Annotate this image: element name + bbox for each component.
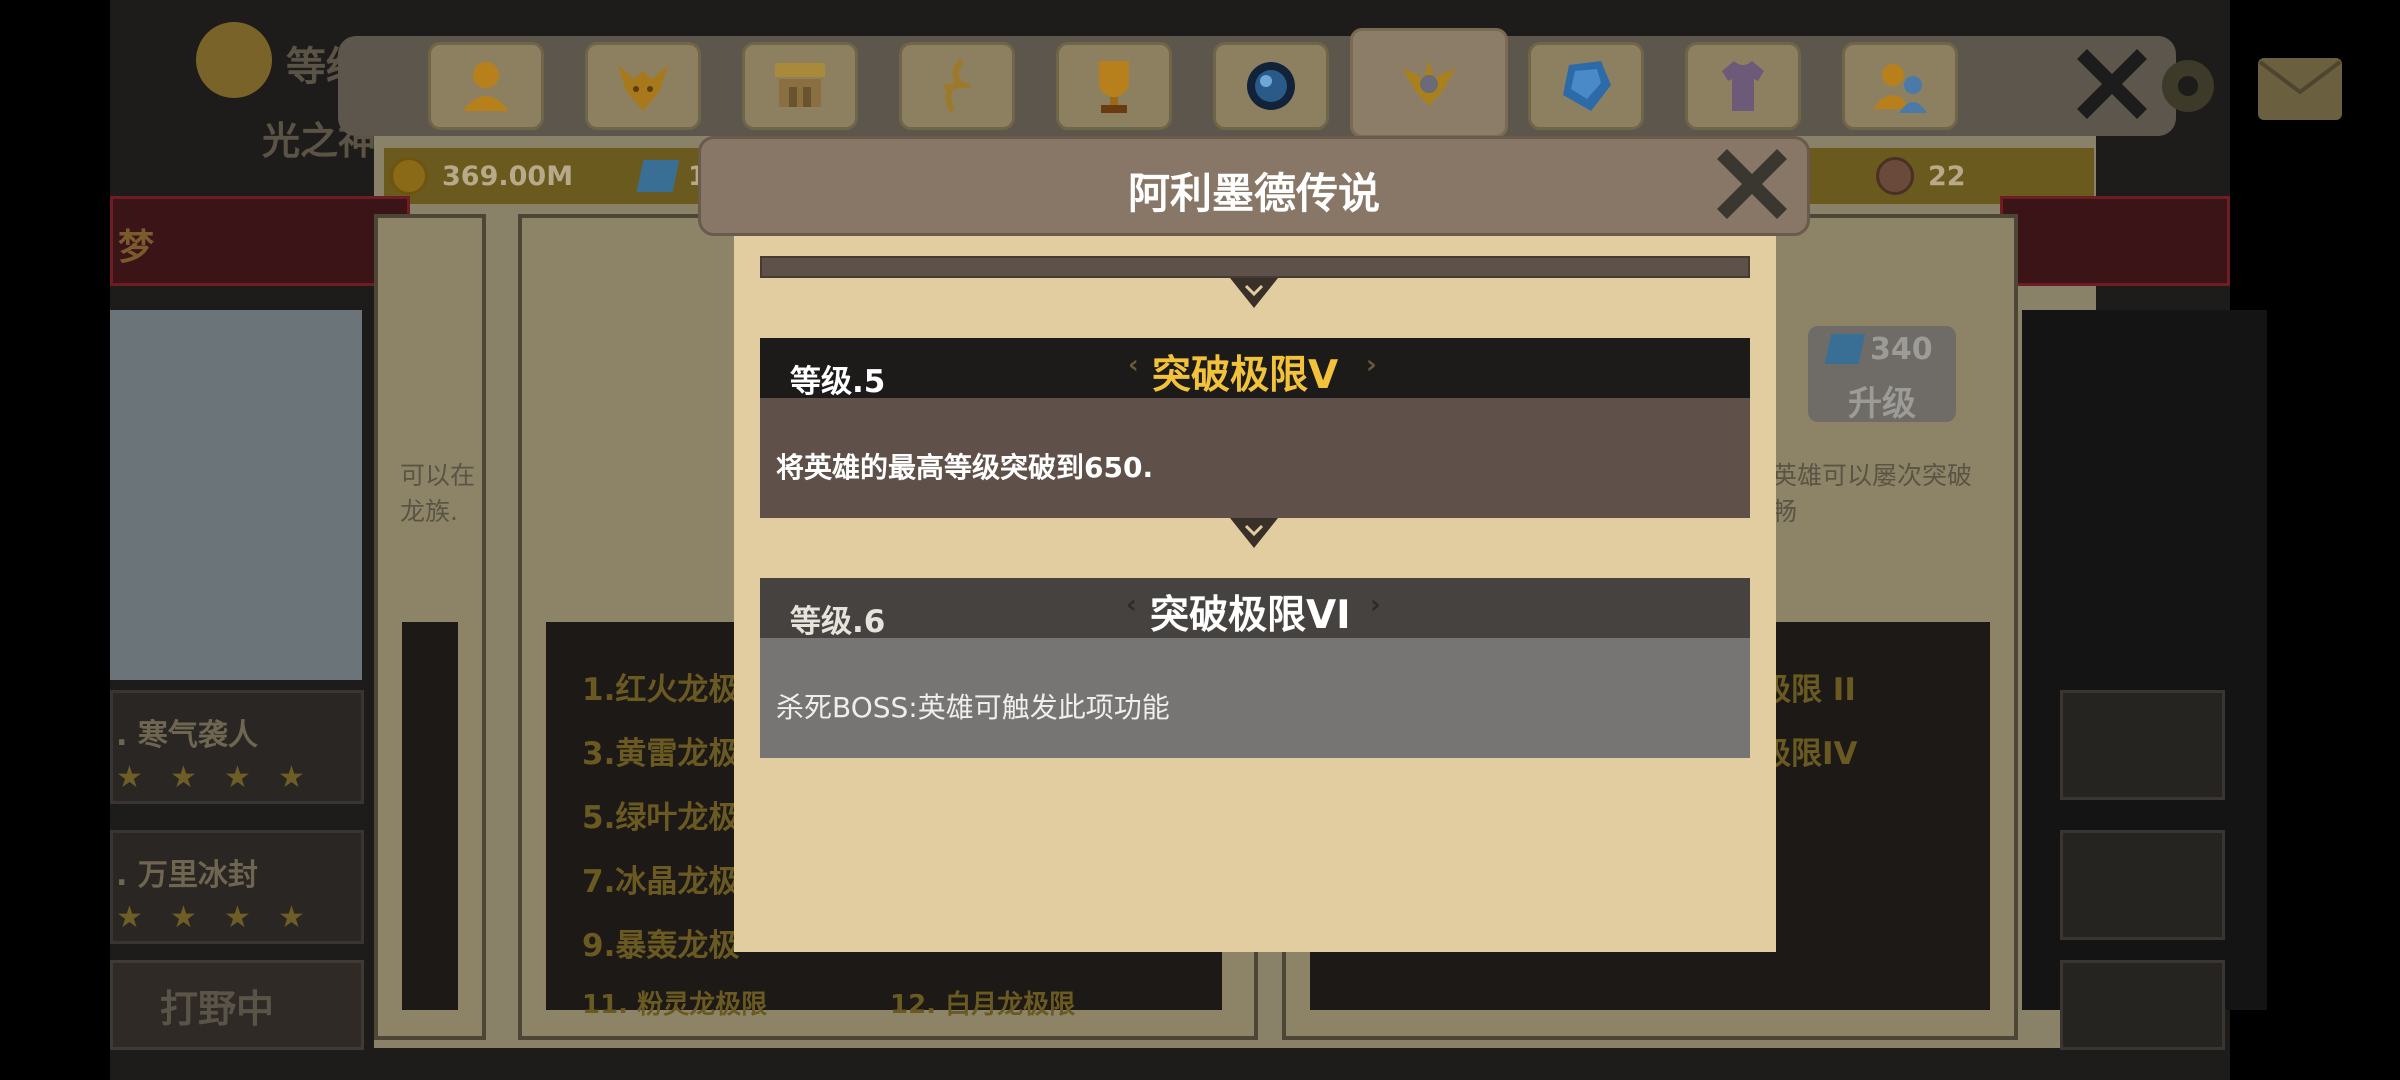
rune-icon [943, 58, 971, 113]
list-item: 12. 白月龙极限 [890, 990, 1076, 1020]
side-text-2: 龙族. [400, 497, 458, 526]
gem-icon [1824, 334, 1866, 364]
close-icon[interactable] [2074, 46, 2150, 122]
tab-dragon[interactable] [585, 42, 701, 130]
hunting-label: 打野中 [160, 987, 275, 1031]
left-banner-text: 梦 [118, 227, 155, 268]
chevron-right-icon: › [1366, 350, 1377, 380]
star-icon: ★ [170, 760, 197, 795]
star-icon: ★ [170, 900, 197, 935]
skill-slot-1-label: . 寒气袭人 [116, 718, 258, 753]
shop-icon [775, 63, 825, 107]
relic-icon [1402, 60, 1456, 106]
modal-close-icon[interactable] [1712, 144, 1792, 224]
gear-icon[interactable] [2150, 48, 2226, 124]
mail-icon[interactable] [2256, 56, 2344, 122]
token-resource: 22 [1876, 148, 1966, 204]
gold-amount: 369.00M [442, 160, 574, 192]
hero-icon [463, 62, 509, 111]
level-card-5-title: 突破极限V [1152, 353, 1339, 398]
star-icon: ★ [116, 900, 143, 935]
shirt-icon [1722, 61, 1764, 111]
tab-crystal[interactable] [1528, 42, 1644, 130]
chevron-down-icon [1230, 278, 1278, 308]
gem-resource: 1 [636, 148, 707, 204]
gold-coin-icon [390, 157, 428, 195]
token-amount: 22 [1928, 160, 1966, 192]
right-slot-3[interactable] [2060, 960, 2225, 1050]
left-banner [110, 196, 410, 286]
level-card-6-desc: 杀死BOSS:英雄可触发此项功能 [776, 691, 1170, 724]
friends-icon [1873, 64, 1927, 113]
skill-slot-2-label: . 万里冰封 [116, 858, 258, 893]
tab-relic[interactable] [1350, 28, 1508, 138]
tab-shop[interactable] [742, 42, 858, 130]
dragon-head-icon [618, 65, 668, 111]
right-desc-1: 英雄可以屡次突破 [1772, 461, 1973, 490]
previous-level-bar [760, 256, 1750, 278]
dragon-portrait [110, 310, 362, 680]
game-screen: 等级 光之神 369.00M 1 [0, 0, 2400, 1080]
modal-title: 阿利墨德传说 [1127, 169, 1380, 218]
level-card-6-level: 等级.6 [790, 604, 886, 640]
tab-friends[interactable] [1842, 42, 1958, 130]
gem-icon [636, 160, 680, 192]
star-icon: ★ [224, 900, 251, 935]
star-icon: ★ [116, 760, 143, 795]
chevron-left-icon: ‹ [1128, 350, 1139, 380]
tab-orb[interactable] [1213, 42, 1329, 130]
tab-trophy[interactable] [1056, 42, 1172, 130]
level-card-6-title: 突破极限VI [1150, 593, 1351, 638]
side-text-1: 可以在 [400, 461, 476, 490]
list-item: 11. 粉灵龙极限 [582, 990, 768, 1020]
chevron-down-icon [1230, 518, 1278, 548]
level-card-5-desc: 将英雄的最高等级突破到650. [776, 451, 1154, 484]
crystal-icon [1563, 61, 1611, 111]
list-item: 7.冰晶龙极 [582, 864, 740, 900]
token-icon [1876, 157, 1914, 195]
tab-rune[interactable] [899, 42, 1015, 130]
star-icon: ★ [278, 760, 305, 795]
gold-resource: 369.00M [390, 148, 573, 204]
chevron-right-icon: › [1370, 590, 1381, 620]
list-item: 5.绿叶龙极 [582, 800, 740, 836]
trophy-icon [1099, 61, 1129, 113]
right-slot-2[interactable] [2060, 830, 2225, 940]
star-icon: ★ [224, 760, 251, 795]
star-icon: ★ [278, 900, 305, 935]
tab-outfit[interactable] [1685, 42, 1801, 130]
upgrade-cost: 340 [1870, 332, 1933, 367]
tab-hero[interactable] [428, 42, 544, 130]
chevron-left-icon: ‹ [1126, 590, 1137, 620]
list-item: 9.暴轰龙极 [582, 928, 740, 964]
list-item: 3.黄雷龙极 [582, 736, 740, 772]
right-slot-1[interactable] [2060, 690, 2225, 800]
right-banner [2000, 196, 2230, 286]
orb-icon [1247, 62, 1295, 110]
list-item: 1.红火龙极 [582, 672, 740, 708]
level-card-5-level: 等级.5 [790, 364, 886, 400]
upgrade-label: 升级 [1848, 384, 1916, 424]
left-list-bg [402, 622, 458, 1010]
player-avatar[interactable] [196, 22, 272, 98]
